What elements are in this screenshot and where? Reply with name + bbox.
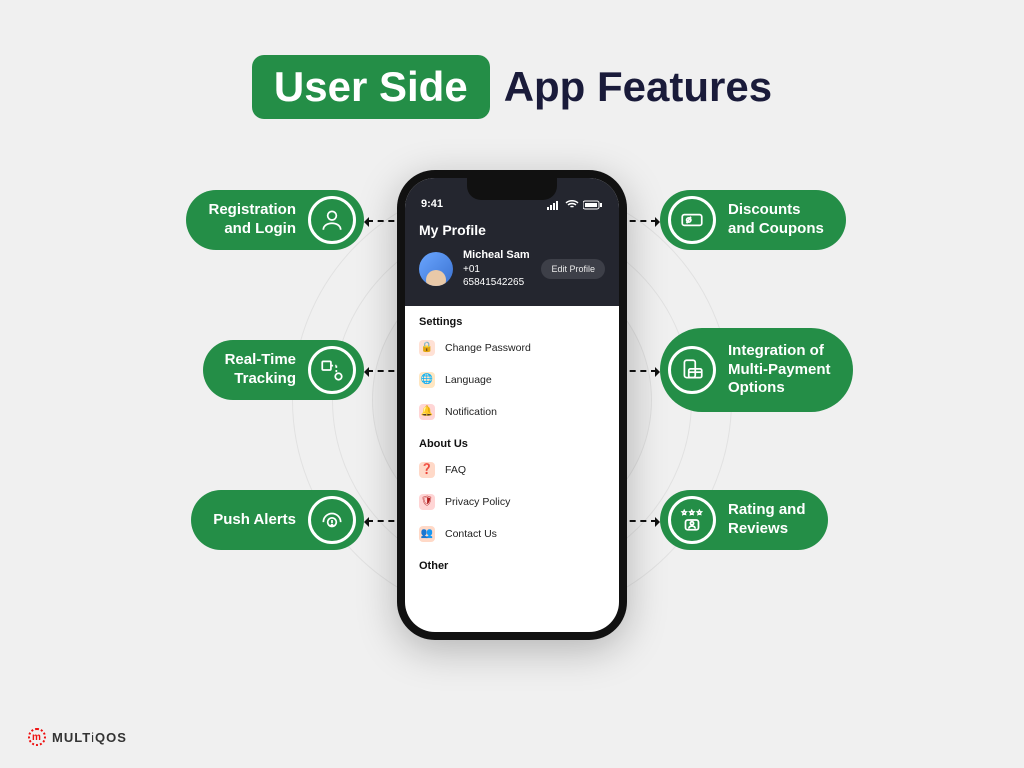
- phone-mockup: 9:41 My Profile Micheal Sam +01 65841542…: [397, 170, 627, 640]
- feature-label: Discounts and Coupons: [728, 201, 824, 239]
- row-label: Change Password: [445, 342, 531, 354]
- edit-profile-button[interactable]: Edit Profile: [541, 259, 605, 279]
- row-language[interactable]: 🌐 Language: [405, 364, 619, 396]
- title-rest: App Features: [504, 63, 772, 110]
- tracking-icon: [308, 346, 356, 394]
- row-label: Notification: [445, 406, 497, 418]
- status-time: 9:41: [421, 198, 443, 210]
- row-faq[interactable]: ❓ FAQ: [405, 454, 619, 486]
- people-icon: 👥: [419, 526, 435, 542]
- feature-label: Real-Time Tracking: [225, 351, 296, 389]
- feature-label: Rating and Reviews: [728, 501, 806, 539]
- shield-icon: 🛡: [419, 494, 435, 510]
- section-settings: Settings: [405, 306, 619, 332]
- feature-payment: Integration of Multi-Payment Options: [660, 328, 853, 412]
- feature-discounts: Discounts and Coupons: [660, 190, 846, 250]
- feature-push-alerts: Push Alerts: [191, 490, 364, 550]
- feature-registration: Registration and Login: [186, 190, 364, 250]
- row-contact[interactable]: 👥 Contact Us: [405, 518, 619, 550]
- avatar: [419, 252, 453, 286]
- row-label: FAQ: [445, 464, 466, 476]
- wifi-icon: [565, 200, 579, 210]
- alert-icon: [308, 496, 356, 544]
- screen-title: My Profile: [419, 222, 605, 238]
- feature-tracking: Real-Time Tracking: [203, 340, 364, 400]
- row-label: Language: [445, 374, 492, 386]
- rating-icon: [668, 496, 716, 544]
- coupon-icon: [668, 196, 716, 244]
- row-privacy[interactable]: 🛡 Privacy Policy: [405, 486, 619, 518]
- lock-icon: 🔒: [419, 340, 435, 356]
- row-change-password[interactable]: 🔒 Change Password: [405, 332, 619, 364]
- feature-label: Push Alerts: [213, 511, 296, 530]
- feature-label: Registration and Login: [208, 201, 296, 239]
- profile-header: My Profile Micheal Sam +01 65841542265 E…: [405, 214, 619, 306]
- phone-notch: [467, 178, 557, 200]
- row-notification[interactable]: 🔔 Notification: [405, 396, 619, 428]
- faq-icon: ❓: [419, 462, 435, 478]
- user-name: Micheal Sam: [463, 248, 531, 263]
- section-other: Other: [405, 550, 619, 576]
- page-title: User Side App Features: [0, 0, 1024, 119]
- brand-logo: m MULTiQOS: [28, 728, 127, 746]
- section-about: About Us: [405, 428, 619, 454]
- status-icons: [547, 200, 603, 210]
- globe-icon: 🌐: [419, 372, 435, 388]
- user-phone: +01 65841542265: [463, 263, 531, 290]
- row-label: Privacy Policy: [445, 496, 510, 508]
- payment-icon: [668, 346, 716, 394]
- bell-icon: 🔔: [419, 404, 435, 420]
- battery-icon: [583, 200, 603, 210]
- feature-rating: Rating and Reviews: [660, 490, 828, 550]
- row-label: Contact Us: [445, 528, 497, 540]
- signal-icon: [547, 200, 561, 210]
- user-icon: [308, 196, 356, 244]
- feature-label: Integration of Multi-Payment Options: [728, 342, 831, 398]
- brand-mark-icon: m: [28, 728, 46, 746]
- title-badge: User Side: [252, 55, 490, 119]
